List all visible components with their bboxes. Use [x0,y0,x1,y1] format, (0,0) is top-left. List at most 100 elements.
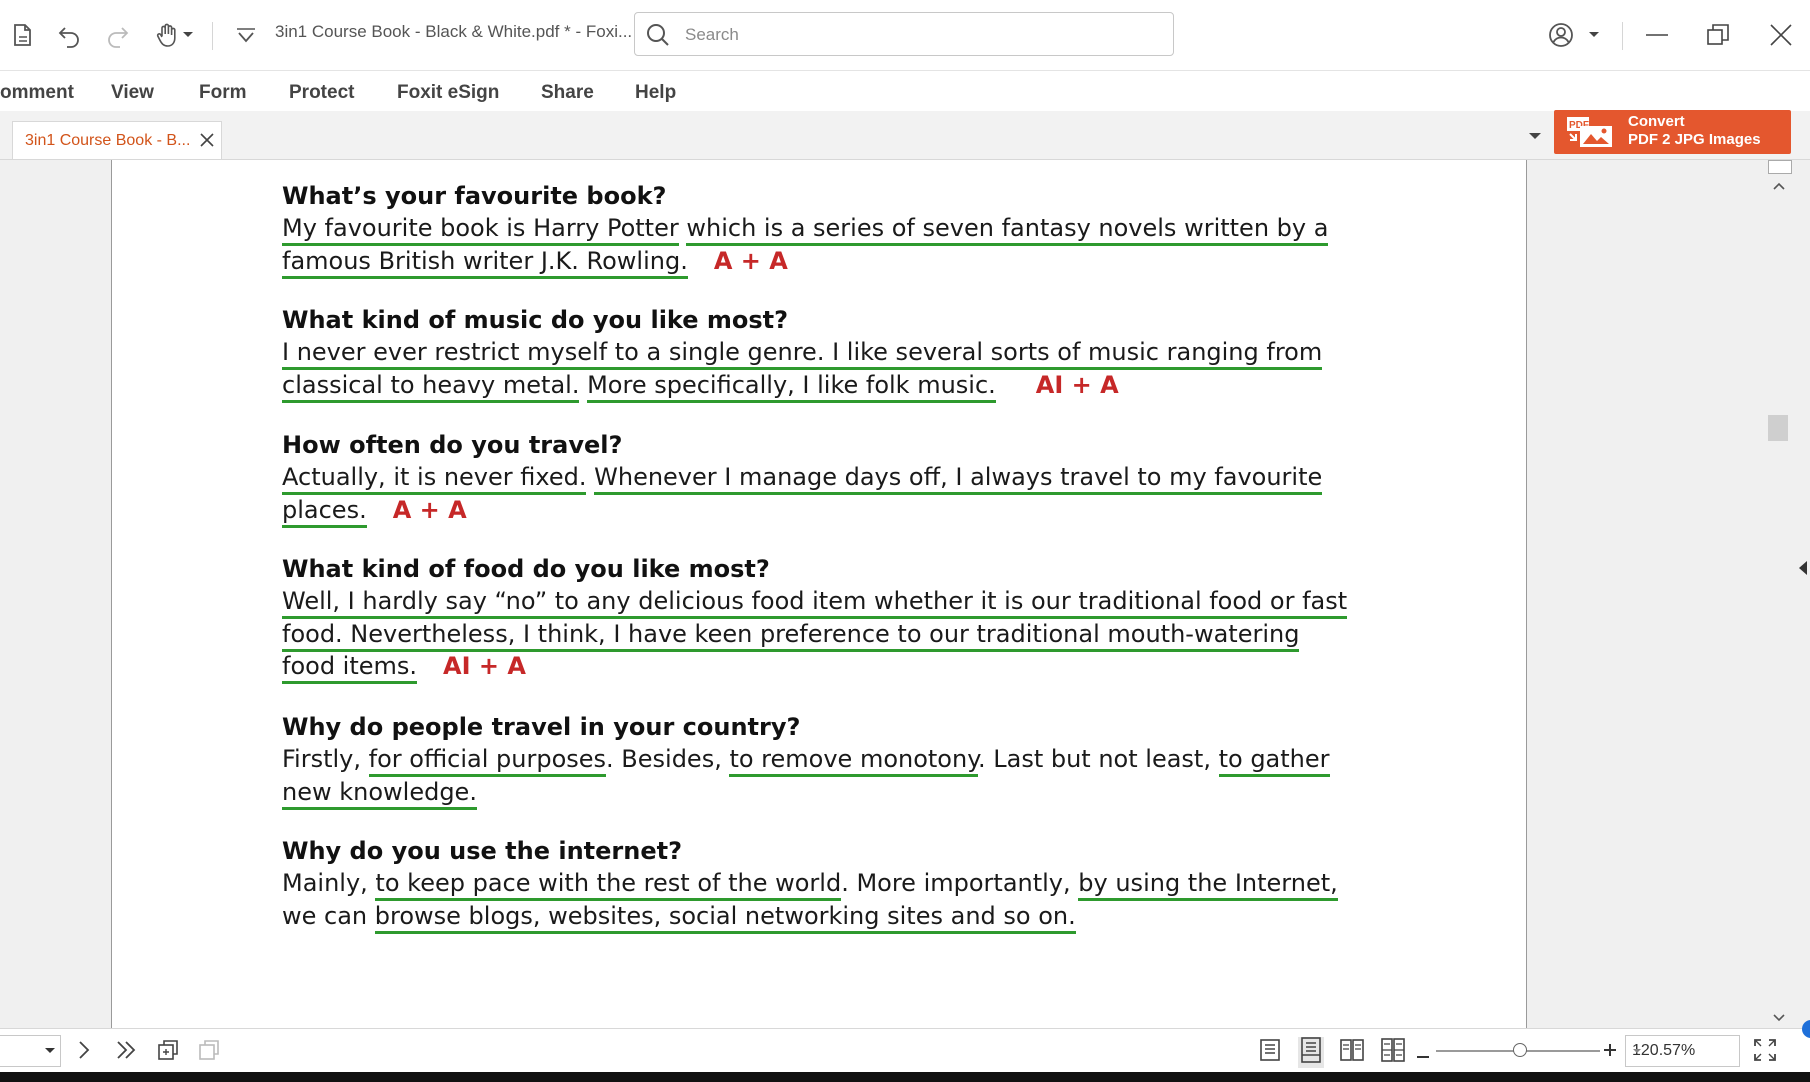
title-bar: 3in1 Course Book - Black & White.pdf * -… [0,0,1810,71]
underlined-text: classical to heavy metal. [282,370,580,403]
close-window-icon[interactable] [1766,20,1796,50]
continuous-facing-view-icon[interactable] [1380,1037,1406,1068]
facing-view-icon[interactable] [1339,1037,1365,1068]
search-icon [645,22,671,48]
menu-share[interactable]: Share [541,82,594,104]
underlined-text: to gather [1218,745,1330,777]
question: Why do people travel in your country? [282,713,801,741]
zoom-out-icon[interactable] [1416,1047,1430,1065]
chevron-down-icon [1632,1048,1733,1055]
expand-side-panel-icon[interactable] [1798,560,1808,581]
underlined-text: browse blogs, websites, social networkin… [374,901,1076,934]
underlined-text: famous British writer J.K. Rowling. [282,246,688,279]
grade-mark: A + A [713,246,788,275]
convert-pdf-to-jpg-button[interactable]: PDF Convert PDF 2 JPG Images [1554,110,1791,154]
vertical-scrollbar-thumb[interactable] [1768,415,1788,441]
continuous-view-icon[interactable] [1298,1037,1324,1068]
answer: Actually, it is never fixed. Whenever I … [282,461,1522,528]
convert-sublabel: PDF 2 JPG Images [1628,131,1761,148]
convert-label: Convert [1628,113,1685,130]
hand-tool-dropdown-icon[interactable] [180,20,196,50]
window-controls-divider [1622,22,1623,50]
document-tab[interactable]: 3in1 Course Book - B... [12,121,222,159]
page-number-select[interactable] [0,1035,61,1067]
qa-block: What’s your favourite book? My favourite… [282,180,1522,279]
zoom-level-select[interactable]: 120.57% [1625,1035,1740,1067]
menu-view[interactable]: View [111,82,154,104]
split-view-toggle[interactable] [1768,160,1792,174]
pdf-page: What’s your favourite book? My favourite… [111,160,1527,1028]
underlined-text: new knowledge. [282,777,477,810]
underlined-text: Actually, it is never fixed. [282,463,587,495]
restore-icon[interactable] [1703,20,1733,50]
search-box[interactable] [634,12,1174,56]
underlined-text: to keep pace with the rest of the world [375,869,842,901]
last-page-icon[interactable] [113,1037,139,1068]
answer: My favourite book is Harry Potter which … [282,212,1522,279]
search-input[interactable] [683,21,1157,49]
scroll-up-icon[interactable] [1772,178,1786,196]
underlined-text: Whenever I manage days off, I always tra… [594,463,1323,495]
previous-view-icon[interactable] [155,1037,181,1068]
window-title: 3in1 Course Book - Black & White.pdf * -… [275,22,633,41]
grade-mark: AI + A [1035,370,1119,399]
underlined-text: food items. [282,652,418,684]
status-bar: 120.57% [0,1028,1810,1073]
customize-toolbar-icon[interactable] [231,20,261,50]
qa-block: Why do people travel in your country? Fi… [282,711,1522,810]
document-viewer[interactable]: What’s your favourite book? My favourite… [0,160,1810,1028]
grade-mark: A + A [392,495,467,524]
question: What kind of music do you like most? [282,306,789,334]
account-icon[interactable] [1546,20,1576,50]
grade-mark: AI + A [443,652,526,680]
answer: Mainly, to keep pace with the rest of th… [282,867,1522,934]
menu-help[interactable]: Help [635,82,676,104]
next-page-icon[interactable] [72,1037,96,1068]
qa-block: Why do you use the internet? Mainly, to … [282,835,1522,934]
qa-block: What kind of food do you like most? Well… [282,553,1522,684]
zoom-in-icon[interactable] [1603,1043,1617,1062]
underlined-text: My favourite book is Harry Potter [282,214,679,246]
zoom-slider-thumb[interactable] [1513,1043,1527,1057]
chevron-down-icon [44,1047,56,1055]
pdf-to-image-icon: PDF [1566,116,1614,148]
question: Why do you use the internet? [282,837,683,865]
question: What’s your favourite book? [282,182,667,210]
full-screen-icon[interactable] [1752,1037,1778,1068]
question: What kind of food do you like most? [282,555,770,583]
qa-block: How often do you travel? Actually, it is… [282,429,1522,528]
menu-comment[interactable]: omment [0,82,74,104]
redo-icon[interactable] [102,20,132,50]
tab-list-dropdown-icon[interactable] [1528,128,1542,146]
underlined-text: places. [282,495,367,528]
answer: I never ever restrict myself to a single… [282,336,1522,403]
scroll-down-icon[interactable] [1772,1010,1786,1028]
hand-tool-icon[interactable] [152,20,182,50]
underlined-text: I never ever restrict myself to a single… [282,338,1323,370]
menu-bar: omment View Form Protect Foxit eSign Sha… [0,71,1810,111]
taskbar-edge [0,1072,1810,1082]
underlined-text: food. Nevertheless, I think, I have keen… [282,619,1300,652]
menu-foxit-esign[interactable]: Foxit eSign [397,82,499,104]
toolbar-divider [212,22,213,50]
underlined-text: Well, I hardly say “no” to any delicious… [282,587,1348,619]
underlined-text: by using the Internet, [1078,869,1338,901]
next-view-icon[interactable] [196,1037,222,1068]
minimize-icon[interactable] [1642,20,1672,50]
qa-block: What kind of music do you like most? I n… [282,304,1522,403]
underlined-text: which is a series of seven fantasy novel… [686,214,1329,246]
undo-icon[interactable] [55,20,85,50]
close-tab-icon[interactable] [199,132,215,148]
menu-protect[interactable]: Protect [289,82,354,104]
answer: Firstly, for official purposes. Besides,… [282,743,1522,810]
new-document-icon[interactable] [8,20,38,50]
answer: Well, I hardly say “no” to any delicious… [282,585,1522,684]
menu-form[interactable]: Form [199,82,247,104]
document-tab-label: 3in1 Course Book - B... [25,132,191,149]
underlined-text: to remove monotony [729,745,978,777]
account-dropdown-icon[interactable] [1586,20,1602,50]
question: How often do you travel? [282,431,623,459]
single-page-view-icon[interactable] [1257,1037,1283,1068]
underlined-text: for official purposes [368,745,607,777]
underlined-text: More specifically, I like folk music. [587,370,996,403]
